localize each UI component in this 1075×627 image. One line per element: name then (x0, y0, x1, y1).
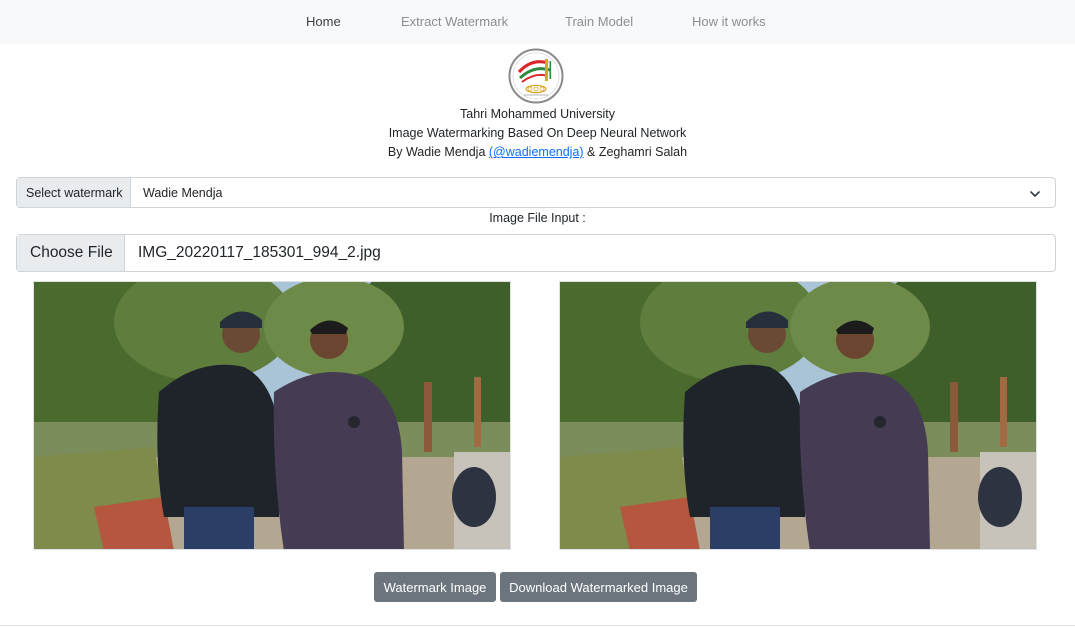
file-name-field[interactable]: IMG_20220117_185301_994_2.jpg (125, 235, 1055, 271)
byline-prefix: By Wadie Mendja (387, 145, 489, 159)
nav-how-it-works[interactable]: How it works (692, 14, 766, 29)
university-name: Tahri Mohammed University (460, 107, 615, 121)
nav-train-model[interactable]: Train Model (565, 14, 633, 29)
top-navbar: Home Extract Watermark Train Model How i… (0, 0, 1075, 44)
project-title: Image Watermarking Based On Deep Neural … (388, 126, 687, 140)
file-input-caption: Image File Input : (489, 211, 586, 225)
watermark-image-button[interactable]: Watermark Image (374, 572, 496, 602)
original-image (33, 281, 511, 550)
select-watermark-label: Select watermark (17, 178, 131, 207)
watermark-select[interactable]: Wadie Mendja (131, 178, 1055, 207)
download-watermarked-image-button[interactable]: Download Watermarked Image (500, 572, 697, 602)
author-handle-link[interactable]: (@wadiemendja) (489, 145, 584, 159)
bottom-divider (0, 625, 1075, 626)
chevron-down-icon[interactable] (1029, 187, 1041, 205)
choose-file-button[interactable]: Choose File (17, 235, 125, 271)
authors-byline: By Wadie Mendja (@wadiemendja) & Zeghamr… (0, 145, 1075, 159)
nav-extract-watermark[interactable]: Extract Watermark (401, 14, 508, 29)
nav-home[interactable]: Home (306, 14, 341, 29)
watermarked-image (559, 281, 1037, 550)
watermark-select-group: Select watermark Wadie Mendja (16, 177, 1056, 208)
file-input-group: Choose File IMG_20220117_185301_994_2.jp… (16, 234, 1056, 272)
byline-suffix: & Zeghamri Salah (583, 145, 688, 159)
university-logo-icon (508, 48, 564, 104)
